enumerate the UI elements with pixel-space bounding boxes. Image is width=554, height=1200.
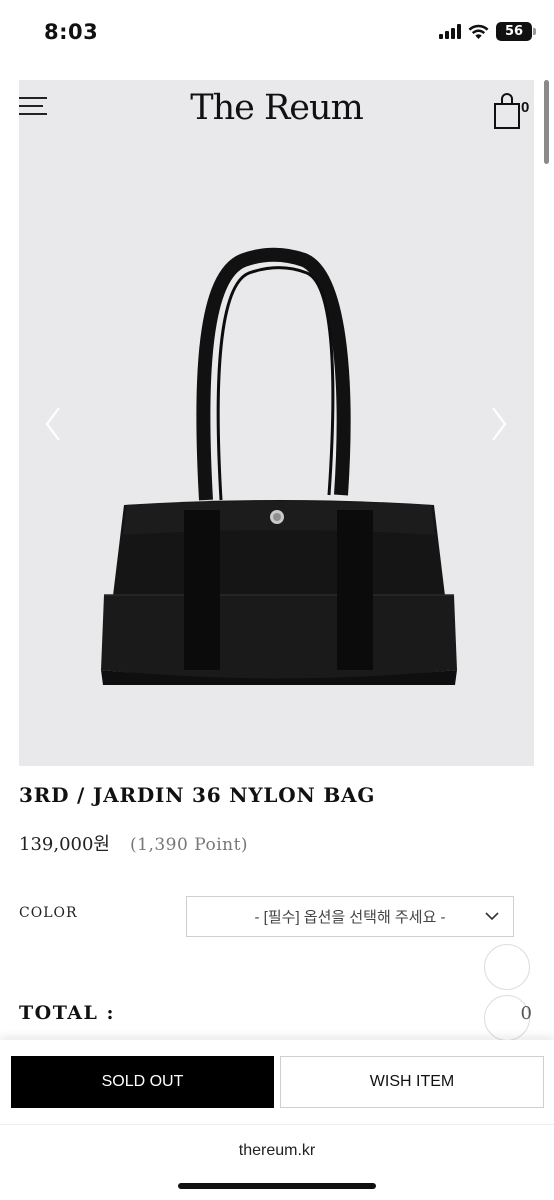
brand-logo[interactable]: The Reum [19, 88, 534, 128]
product-price: 139,000원 [19, 834, 110, 855]
browser-address-bar[interactable]: thereum.kr [0, 1124, 554, 1200]
sold-out-button[interactable]: SOLD OUT [11, 1056, 274, 1108]
status-bar: 8:03 56 [0, 0, 554, 70]
chevron-right-icon[interactable] [487, 404, 511, 444]
floating-action-button[interactable] [484, 944, 530, 990]
shopping-bag-icon[interactable] [493, 90, 521, 130]
select-placeholder: - [필수] 옵션을 선택해 주세요 - [254, 909, 446, 926]
product-points: (1,390 Point) [130, 835, 249, 855]
color-option-label: COLOR [19, 905, 78, 921]
scroll-indicator[interactable] [544, 80, 549, 164]
battery-icon: 56 [496, 22, 536, 41]
bottom-action-bar: SOLD OUT WISH ITEM [0, 1040, 554, 1124]
color-option-select[interactable]: - [필수] 옵션을 선택해 주세요 - [186, 896, 514, 937]
home-indicator[interactable] [178, 1183, 376, 1189]
chevron-down-icon [485, 912, 499, 921]
product-image-carousel[interactable]: The Reum 0 [19, 80, 534, 766]
total-value: 0 [520, 1003, 532, 1024]
status-time: 8:03 [44, 20, 99, 44]
chevron-left-icon[interactable] [41, 404, 65, 444]
signal-icon [439, 24, 461, 39]
url-text[interactable]: thereum.kr [0, 1142, 554, 1160]
cart-count[interactable]: 0 [521, 99, 529, 116]
product-photo-tote-bag [101, 247, 457, 685]
product-title: 3RD / JARDIN 36 NYLON BAG [19, 783, 376, 807]
wifi-icon [468, 24, 489, 39]
total-label: TOTAL : [19, 1002, 116, 1024]
price-row: 139,000원 (1,390 Point) [19, 830, 248, 856]
wish-item-button[interactable]: WISH ITEM [280, 1056, 544, 1108]
status-icons: 56 [439, 22, 536, 41]
